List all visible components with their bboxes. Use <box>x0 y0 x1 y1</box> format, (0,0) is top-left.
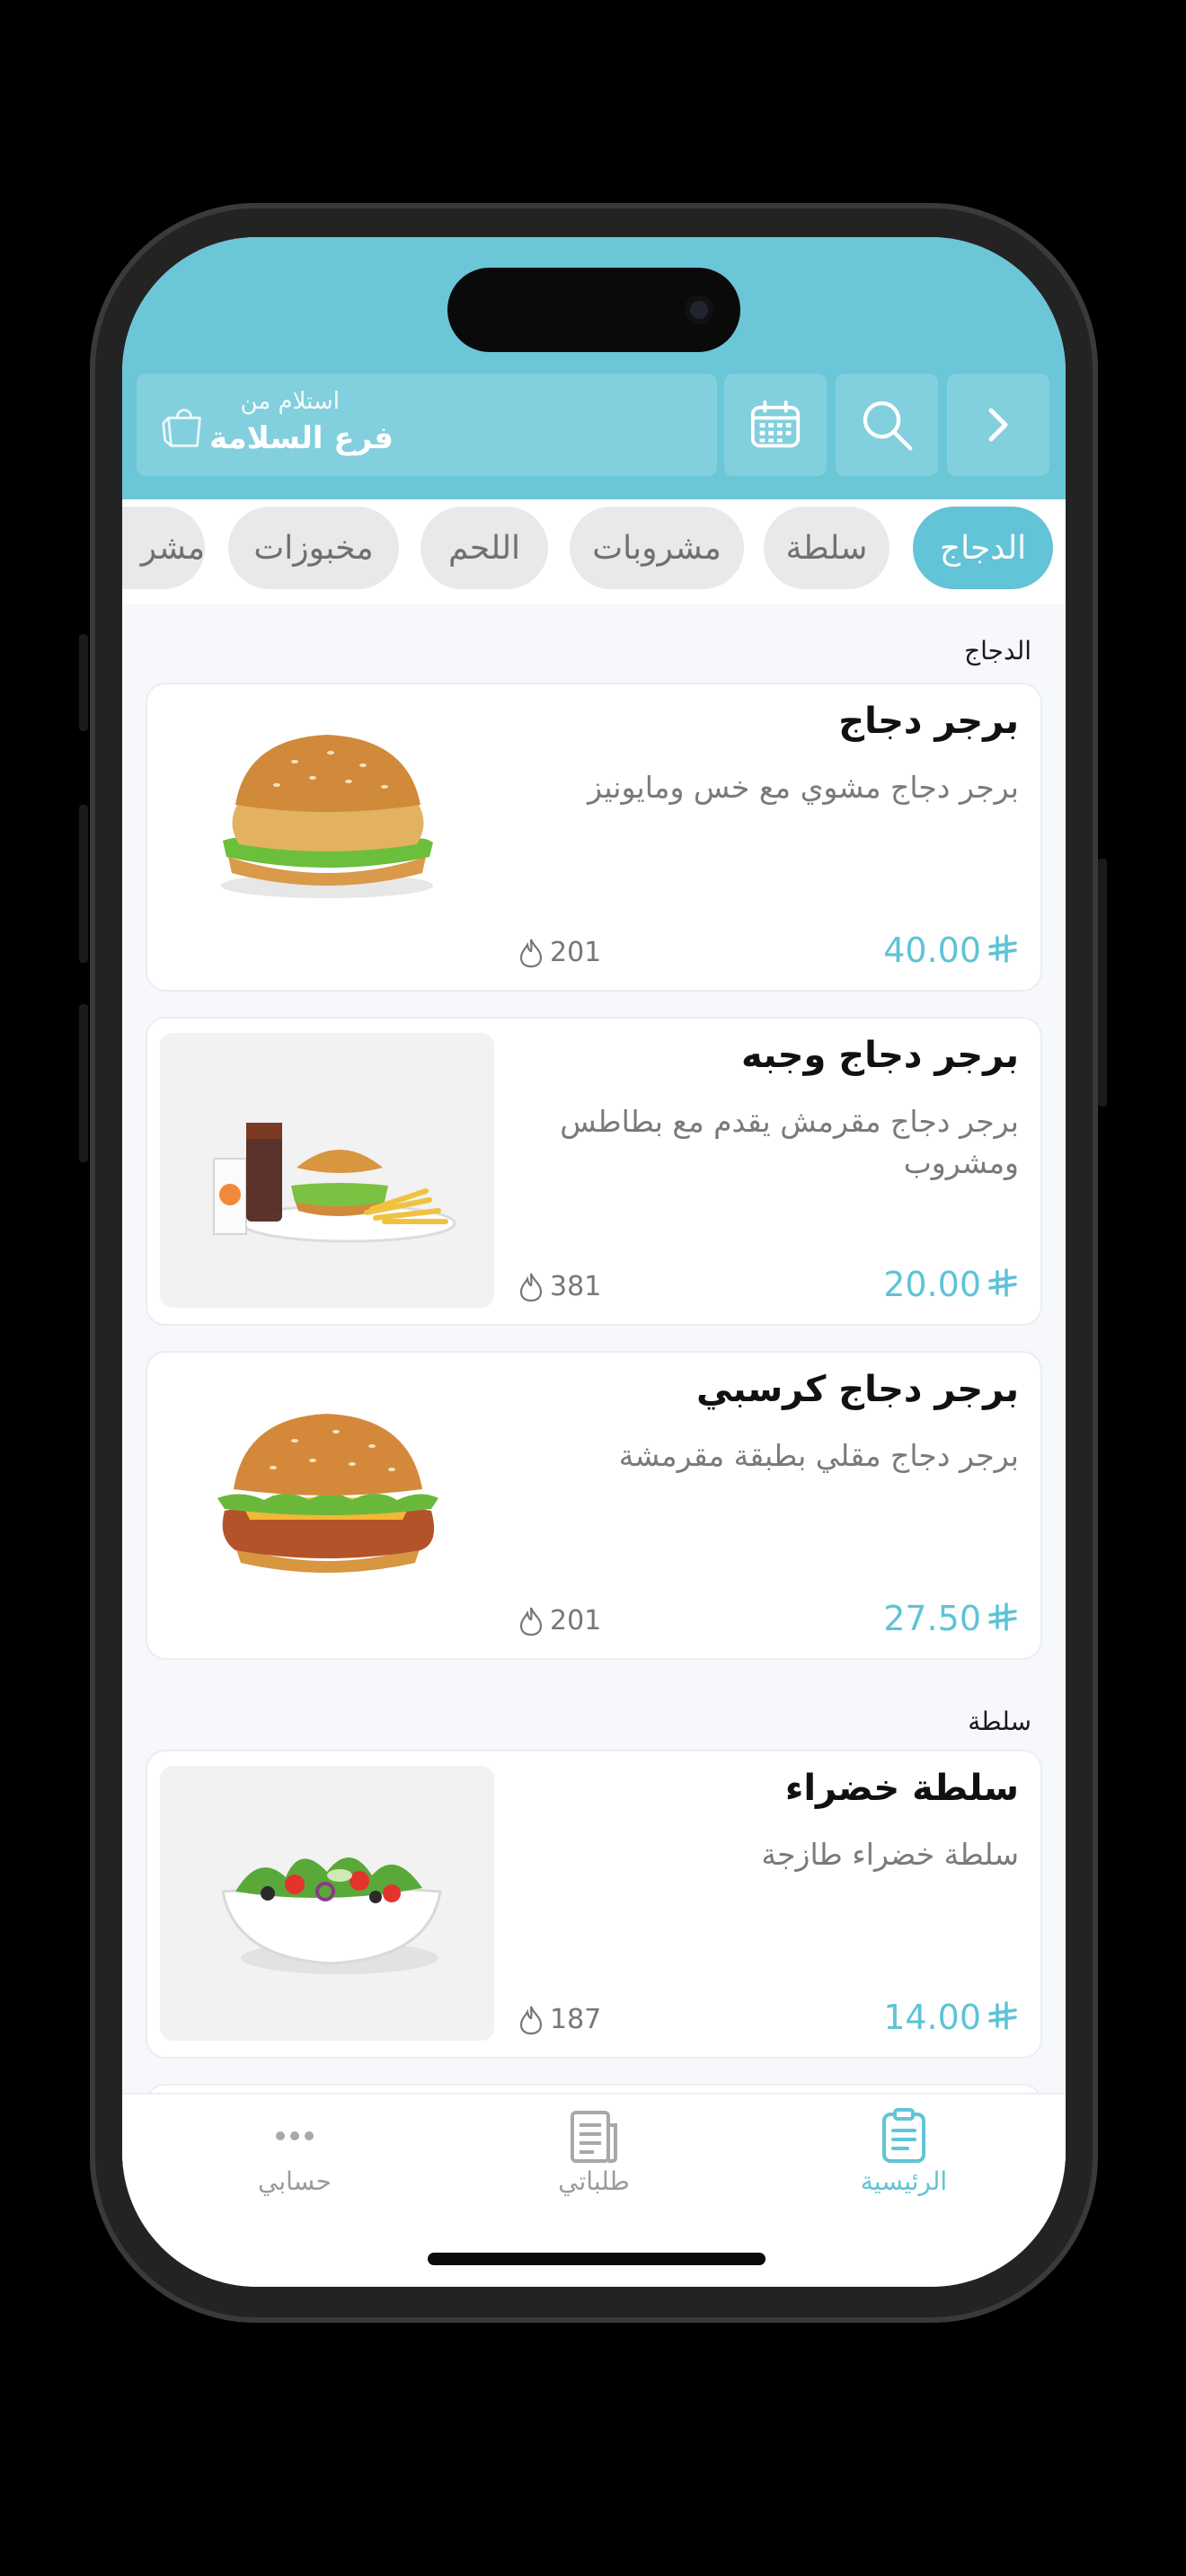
nav-home[interactable]: الرئيسية <box>796 2107 1012 2196</box>
app-screen: استلام من فرع السلامة الدجاج سلطة مشروبا… <box>122 237 1066 2287</box>
calories-value: 201 <box>550 1605 602 1636</box>
green-salad-image <box>160 1766 494 2041</box>
salad-illustration <box>221 1857 442 1974</box>
app-header: استلام من فرع السلامة <box>122 237 1066 499</box>
riyal-currency-icon <box>988 1602 1017 1631</box>
tab-salad[interactable]: سلطة <box>764 507 890 589</box>
chicken-burger-image <box>160 699 494 974</box>
chevron-right-icon <box>988 408 1008 442</box>
tab-meat[interactable]: اللحم <box>420 507 548 589</box>
section-title-salad: سلطة <box>968 1707 1031 1736</box>
nav-home-label: الرئيسية <box>860 2166 948 2196</box>
more-dots-icon <box>276 2131 314 2140</box>
item-name: سلطة خضراء <box>784 1768 1019 1809</box>
calendar-button[interactable] <box>724 374 827 476</box>
flame-icon <box>519 939 543 967</box>
riyal-currency-icon <box>988 2001 1017 2030</box>
pickup-branch-selector[interactable]: استلام من فرع السلامة <box>137 374 717 476</box>
item-calories: 201 <box>518 1605 601 1636</box>
volume-down-button <box>79 1004 88 1162</box>
item-price: 20.00 <box>883 1265 1019 1304</box>
crispy-burger-image <box>160 1367 494 1642</box>
crispy-burger-illustration <box>217 1414 438 1573</box>
tab-bakery[interactable]: مخبوزات <box>228 507 399 589</box>
item-description: برجر دجاج مشوي مع خس ومايونيز <box>588 770 1019 805</box>
home-indicator <box>428 2253 766 2265</box>
item-description: برجر دجاج مقلي بطبقة مقرمشة <box>618 1438 1019 1473</box>
chicken-meal-image <box>160 1033 494 1308</box>
tab-drinks[interactable]: مشروبات <box>570 507 744 589</box>
item-name: برجر دجاج <box>838 701 1019 742</box>
menu-item-card[interactable]: برجر دجاج برجر دجاج مشوي مع خس ومايونيز … <box>147 684 1040 990</box>
pickup-label: استلام من <box>240 388 340 415</box>
calories-value: 381 <box>550 1271 602 1302</box>
flame-icon <box>519 2006 543 2034</box>
item-calories: 201 <box>518 937 601 968</box>
category-tabs: الدجاج سلطة مشروبات اللحم مخبوزات مشر <box>122 499 1066 604</box>
item-name: برجر دجاج وجبه <box>741 1035 1019 1076</box>
price-value: 14.00 <box>883 1998 981 2037</box>
calendar-icon <box>750 400 801 448</box>
menu-item-card[interactable]: سلطة خضراء سلطة خضراء طازجة 14.00 187 <box>147 1751 1040 2057</box>
price-value: 27.50 <box>883 1599 981 1638</box>
tab-partial[interactable]: مشر <box>122 507 205 589</box>
volume-up-button <box>79 805 88 963</box>
search-button[interactable] <box>836 374 938 476</box>
nav-account[interactable]: حسابي <box>187 2107 403 2196</box>
riyal-currency-icon <box>988 1268 1017 1297</box>
item-description: برجر دجاج مقرمش يقدم مع بطاطس ومشروب <box>560 1104 1019 1180</box>
search-icon <box>863 401 913 451</box>
dynamic-island <box>447 268 740 352</box>
back-button[interactable] <box>947 374 1049 476</box>
nav-orders-label: طلباتي <box>558 2166 630 2196</box>
riyal-currency-icon <box>988 934 1017 963</box>
menu-item-card[interactable]: برجر دجاج كرسبي برجر دجاج مقلي بطبقة مقر… <box>147 1353 1040 1658</box>
nav-orders[interactable]: طلباتي <box>486 2107 702 2196</box>
item-price: 27.50 <box>883 1599 1019 1638</box>
calories-value: 201 <box>550 937 602 968</box>
flame-icon <box>519 1273 543 1301</box>
calories-value: 187 <box>550 2004 602 2035</box>
shopping-bag-icon <box>162 409 201 447</box>
price-value: 20.00 <box>883 1265 981 1304</box>
section-title-chicken: الدجاج <box>964 636 1031 666</box>
menu-clipboard-icon <box>882 2108 925 2163</box>
item-price: 14.00 <box>883 1998 1019 2037</box>
item-calories: 381 <box>518 1271 601 1302</box>
meal-illustration <box>213 1123 456 1243</box>
nav-account-label: حسابي <box>258 2166 332 2196</box>
burger-illustration <box>221 735 433 898</box>
orders-receipt-icon <box>571 2111 617 2163</box>
tab-chicken[interactable]: الدجاج <box>913 507 1053 589</box>
item-calories: 187 <box>518 2004 601 2035</box>
action-button <box>79 634 88 731</box>
flame-icon <box>519 1607 543 1636</box>
item-price: 40.00 <box>883 931 1019 970</box>
item-name: برجر دجاج كرسبي <box>696 1369 1019 1410</box>
power-button <box>1098 859 1107 1107</box>
menu-item-card[interactable]: برجر دجاج وجبه برجر دجاج مقرمش يقدم مع ب… <box>147 1019 1040 1324</box>
branch-name: فرع السلامة <box>209 420 394 456</box>
item-description: سلطة خضراء طازجة <box>761 1837 1019 1872</box>
price-value: 40.00 <box>883 931 981 970</box>
